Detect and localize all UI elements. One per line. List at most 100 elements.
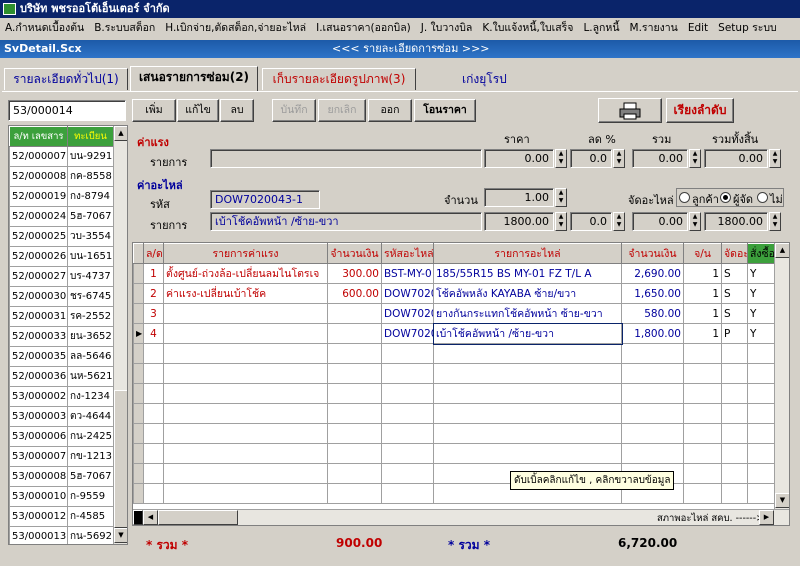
doc-number-cell[interactable]: 52/000025 <box>9 226 68 247</box>
plate-cell[interactable]: 5ฮ-7067 <box>67 206 114 227</box>
grid-vertical-scrollbar[interactable]: ▲ ▼ <box>774 243 789 509</box>
list-item[interactable]: 52/000036 นห-5621 <box>9 366 114 387</box>
qty-cell[interactable] <box>683 403 722 424</box>
plate-cell[interactable]: นห-5621 <box>67 366 114 387</box>
table-row[interactable] <box>133 483 775 504</box>
part-amount-cell[interactable]: 580.00 <box>621 303 684 324</box>
order-cell[interactable]: Y <box>747 323 775 344</box>
qty-cell[interactable] <box>683 443 722 464</box>
labor-amount-cell[interactable] <box>327 323 382 344</box>
qty-cell[interactable]: 1 <box>683 263 722 284</box>
labor-amount-cell[interactable] <box>327 363 382 384</box>
list-item[interactable]: 52/000033 ยน-3652 <box>9 326 114 347</box>
sort-button[interactable]: เรียงลำดับ <box>666 98 734 123</box>
labor-item-cell[interactable] <box>163 423 328 444</box>
plate-cell[interactable]: ชร-6745 <box>67 286 114 307</box>
parts-grand-field[interactable]: 1800.00 <box>704 212 768 231</box>
grid-header-part-code[interactable]: รหัสอะไหล่ <box>381 243 434 264</box>
tab-general-details[interactable]: รายละเอียดทั่วไป(1) <box>4 68 128 90</box>
doc-number-cell[interactable]: 53/000003 <box>9 406 68 427</box>
table-row[interactable] <box>133 463 775 484</box>
plate-cell[interactable]: บน-1651 <box>67 246 114 267</box>
line-cell[interactable] <box>143 383 164 404</box>
delete-button[interactable]: ลบ <box>220 99 254 122</box>
arrange-cell[interactable] <box>721 463 748 484</box>
list-item[interactable]: 53/000010 ก-9559 <box>9 486 114 507</box>
qty-cell[interactable]: 1 <box>683 303 722 324</box>
parts-code-field[interactable]: DOW7020043-1 <box>210 190 320 209</box>
cancel-button[interactable]: ยกเลิก <box>318 99 366 122</box>
radio-none[interactable] <box>757 192 768 203</box>
doc-number-cell[interactable]: 53/000010 <box>9 486 68 507</box>
add-button[interactable]: เพิ่ม <box>132 99 176 122</box>
labor-amount-cell[interactable] <box>327 303 382 324</box>
menu-item-debtor[interactable]: L.ลูกหนี้ <box>578 18 624 38</box>
line-cell[interactable] <box>143 343 164 364</box>
part-amount-cell[interactable]: 1,800.00 <box>621 323 684 344</box>
labor-amount-cell[interactable] <box>327 423 382 444</box>
line-cell[interactable] <box>143 443 164 464</box>
list-item[interactable]: 52/000027 บร-4737 <box>9 266 114 287</box>
table-row[interactable]: 2 ค่าแรง-เปลี่ยนเบ้าโช้ค 600.00 DOW7020 โช้ค… <box>133 283 775 304</box>
scroll-up-icon[interactable]: ▲ <box>114 126 127 141</box>
part-item-cell[interactable]: เบ้าโช้คอัพหน้า /ซ้าย-ขวา <box>432 322 623 345</box>
edit-button[interactable]: แก้ไข <box>177 99 219 122</box>
labor-item-cell[interactable] <box>163 443 328 464</box>
doc-list-header-number[interactable]: ล/ท เลขสาร <box>9 126 68 147</box>
list-item[interactable]: 52/000030 ชร-6745 <box>9 286 114 307</box>
table-row[interactable] <box>133 383 775 404</box>
list-item[interactable]: 52/000019 กง-8794 <box>9 186 114 207</box>
labor-total-spinner[interactable]: ▲ ▼ <box>689 149 701 168</box>
menu-item-setup-basic[interactable]: A.กำหนดเบื้องต้น <box>0 18 89 38</box>
parts-discount-spinner[interactable]: ▲ ▼ <box>613 212 625 231</box>
menu-item-report[interactable]: M.รายงาน <box>625 18 683 38</box>
grid-header-labor-item[interactable]: รายการค่าแรง <box>163 243 328 264</box>
line-cell[interactable]: 4 <box>143 323 164 344</box>
plate-cell[interactable]: บร-4737 <box>67 266 114 287</box>
part-code-cell[interactable] <box>381 443 434 464</box>
labor-amount-cell[interactable] <box>327 463 382 484</box>
arrange-cell[interactable] <box>721 383 748 404</box>
grid-hscroll-thumb[interactable] <box>158 510 238 525</box>
arrange-cell[interactable] <box>721 443 748 464</box>
labor-item-cell[interactable]: ตั้งศูนย์-ถ่วงล้อ-เปลี่ยนลมไนโตรเจ <box>163 263 328 284</box>
plate-cell[interactable]: ตว-4644 <box>67 406 114 427</box>
part-amount-cell[interactable] <box>621 423 684 444</box>
radio-self[interactable] <box>720 192 731 203</box>
tab-repair-items[interactable]: เสนอรายการซ่อม(2) <box>130 66 258 91</box>
table-row[interactable]: 1 ตั้งศูนย์-ถ่วงล้อ-เปลี่ยนลมไนโตรเจ 300.0… <box>133 263 775 284</box>
parts-grand-spinner[interactable]: ▲ ▼ <box>769 212 781 231</box>
menu-item-stock[interactable]: B.ระบบสต็อก <box>89 18 160 38</box>
doc-number-cell[interactable]: 53/000006 <box>9 426 68 447</box>
print-button[interactable] <box>598 98 662 123</box>
list-item[interactable]: 53/000012 ก-4585 <box>9 506 114 527</box>
arrange-cell[interactable] <box>721 483 748 504</box>
labor-discount-field[interactable]: 0.0 <box>570 149 612 168</box>
list-item[interactable]: 53/000013 กน-5692 <box>9 526 114 544</box>
part-item-cell[interactable] <box>433 403 622 424</box>
parts-item-field[interactable]: เบ้าโช้คอัพหน้า /ซ้าย-ขวา <box>210 212 482 231</box>
part-code-cell[interactable] <box>381 363 434 384</box>
menu-item-quotation[interactable]: I.เสนอราคา(ออกบิล) <box>311 18 416 38</box>
arrange-cell[interactable] <box>721 343 748 364</box>
line-cell[interactable] <box>143 363 164 384</box>
doc-list-header-plate[interactable]: ทะเบียน <box>67 126 114 147</box>
plate-cell[interactable]: กน-5692 <box>67 526 114 544</box>
labor-item-cell[interactable] <box>163 383 328 404</box>
grid-header-labor-amount[interactable]: จำนวนเงิน <box>327 243 382 264</box>
part-item-cell[interactable] <box>433 423 622 444</box>
part-amount-cell[interactable]: 2,690.00 <box>621 263 684 284</box>
doc-number-cell[interactable]: 53/000013 <box>9 526 68 544</box>
qty-cell[interactable] <box>683 363 722 384</box>
plate-cell[interactable]: ก-4585 <box>67 506 114 527</box>
part-code-cell[interactable] <box>381 423 434 444</box>
parts-total-spinner[interactable]: ▲ ▼ <box>689 212 701 231</box>
plate-cell[interactable]: วบ-3554 <box>67 226 114 247</box>
arrange-cell[interactable]: S <box>721 283 748 304</box>
grid-horizontal-scrollbar[interactable]: ◀ สภาพอะไหล่ สคบ. ------> ▶ <box>133 509 789 525</box>
part-code-cell[interactable]: DOW7020 <box>381 323 434 344</box>
order-cell[interactable] <box>747 363 775 384</box>
part-item-cell[interactable] <box>433 363 622 384</box>
line-cell[interactable] <box>143 463 164 484</box>
part-amount-cell[interactable] <box>621 343 684 364</box>
